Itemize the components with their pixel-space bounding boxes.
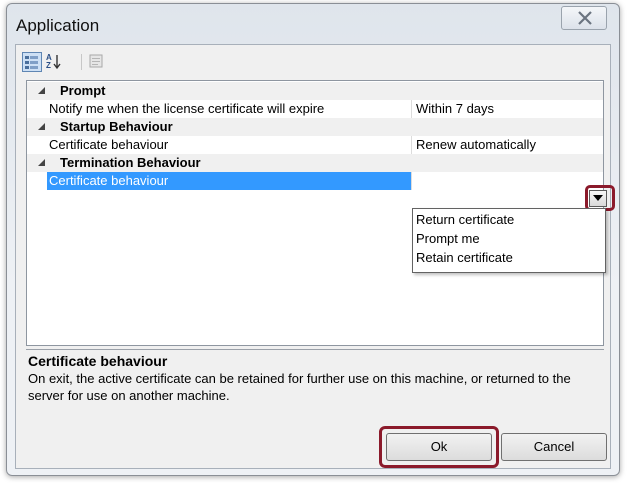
property-name: Notify me when the license certificate w… bbox=[49, 101, 325, 116]
category-termination-behaviour[interactable]: Termination Behaviour bbox=[27, 154, 603, 172]
collapse-triangle-icon[interactable] bbox=[38, 87, 46, 95]
property-row-notify-expire[interactable]: Notify me when the license certificate w… bbox=[27, 100, 603, 118]
property-name: Certificate behaviour bbox=[47, 172, 411, 190]
dialog-client-area: A Z Prompt Notify me when the license ce… bbox=[15, 44, 615, 469]
property-row-termination-certificate[interactable]: Certificate behaviour bbox=[27, 172, 603, 190]
grid-divider bbox=[411, 136, 412, 154]
category-startup-behaviour[interactable]: Startup Behaviour bbox=[27, 118, 603, 136]
category-label: Startup Behaviour bbox=[60, 119, 173, 134]
property-grid-toolbar: A Z bbox=[21, 50, 606, 74]
grid-divider bbox=[411, 100, 412, 118]
category-label: Prompt bbox=[60, 83, 106, 98]
close-button[interactable] bbox=[561, 6, 607, 30]
close-icon bbox=[578, 11, 592, 25]
property-value[interactable]: Within 7 days bbox=[416, 100, 494, 118]
dropdown-option-return-certificate[interactable]: Return certificate bbox=[416, 211, 514, 229]
collapse-triangle-icon[interactable] bbox=[38, 123, 46, 131]
svg-text:Z: Z bbox=[46, 61, 51, 70]
certificate-behaviour-dropdown: Return certificate Prompt me Retain cert… bbox=[412, 208, 606, 273]
description-title: Certificate behaviour bbox=[28, 353, 168, 369]
alphabetical-sort-icon: A Z bbox=[46, 53, 61, 70]
dropdown-arrow-button[interactable] bbox=[589, 190, 607, 207]
window-title: Application bbox=[16, 16, 100, 35]
categorized-view-icon bbox=[25, 56, 38, 69]
category-label: Termination Behaviour bbox=[60, 155, 201, 170]
chevron-down-icon bbox=[593, 195, 603, 201]
ok-button[interactable]: Ok bbox=[386, 433, 492, 461]
grid-divider bbox=[411, 172, 412, 190]
property-value[interactable]: Renew automatically bbox=[416, 136, 536, 154]
category-prompt[interactable]: Prompt bbox=[27, 82, 603, 100]
property-name: Certificate behaviour bbox=[49, 137, 169, 152]
toolbar-separator bbox=[81, 54, 82, 70]
categorized-view-button[interactable] bbox=[22, 52, 42, 72]
property-pages-icon bbox=[89, 54, 103, 68]
collapse-triangle-icon[interactable] bbox=[38, 159, 46, 167]
dropdown-option-prompt-me[interactable]: Prompt me bbox=[416, 230, 480, 248]
property-pages-button[interactable] bbox=[87, 52, 107, 72]
property-row-startup-certificate[interactable]: Certificate behaviour Renew automaticall… bbox=[27, 136, 603, 154]
description-panel: Certificate behaviour On exit, the activ… bbox=[26, 349, 604, 411]
dropdown-option-retain-certificate[interactable]: Retain certificate bbox=[416, 249, 513, 267]
alphabetical-sort-button[interactable]: A Z bbox=[45, 52, 65, 72]
description-text: On exit, the active certificate can be r… bbox=[28, 371, 571, 403]
application-dialog: Application A Z Prompt Notify me when th… bbox=[6, 3, 620, 476]
cancel-button[interactable]: Cancel bbox=[501, 433, 607, 461]
